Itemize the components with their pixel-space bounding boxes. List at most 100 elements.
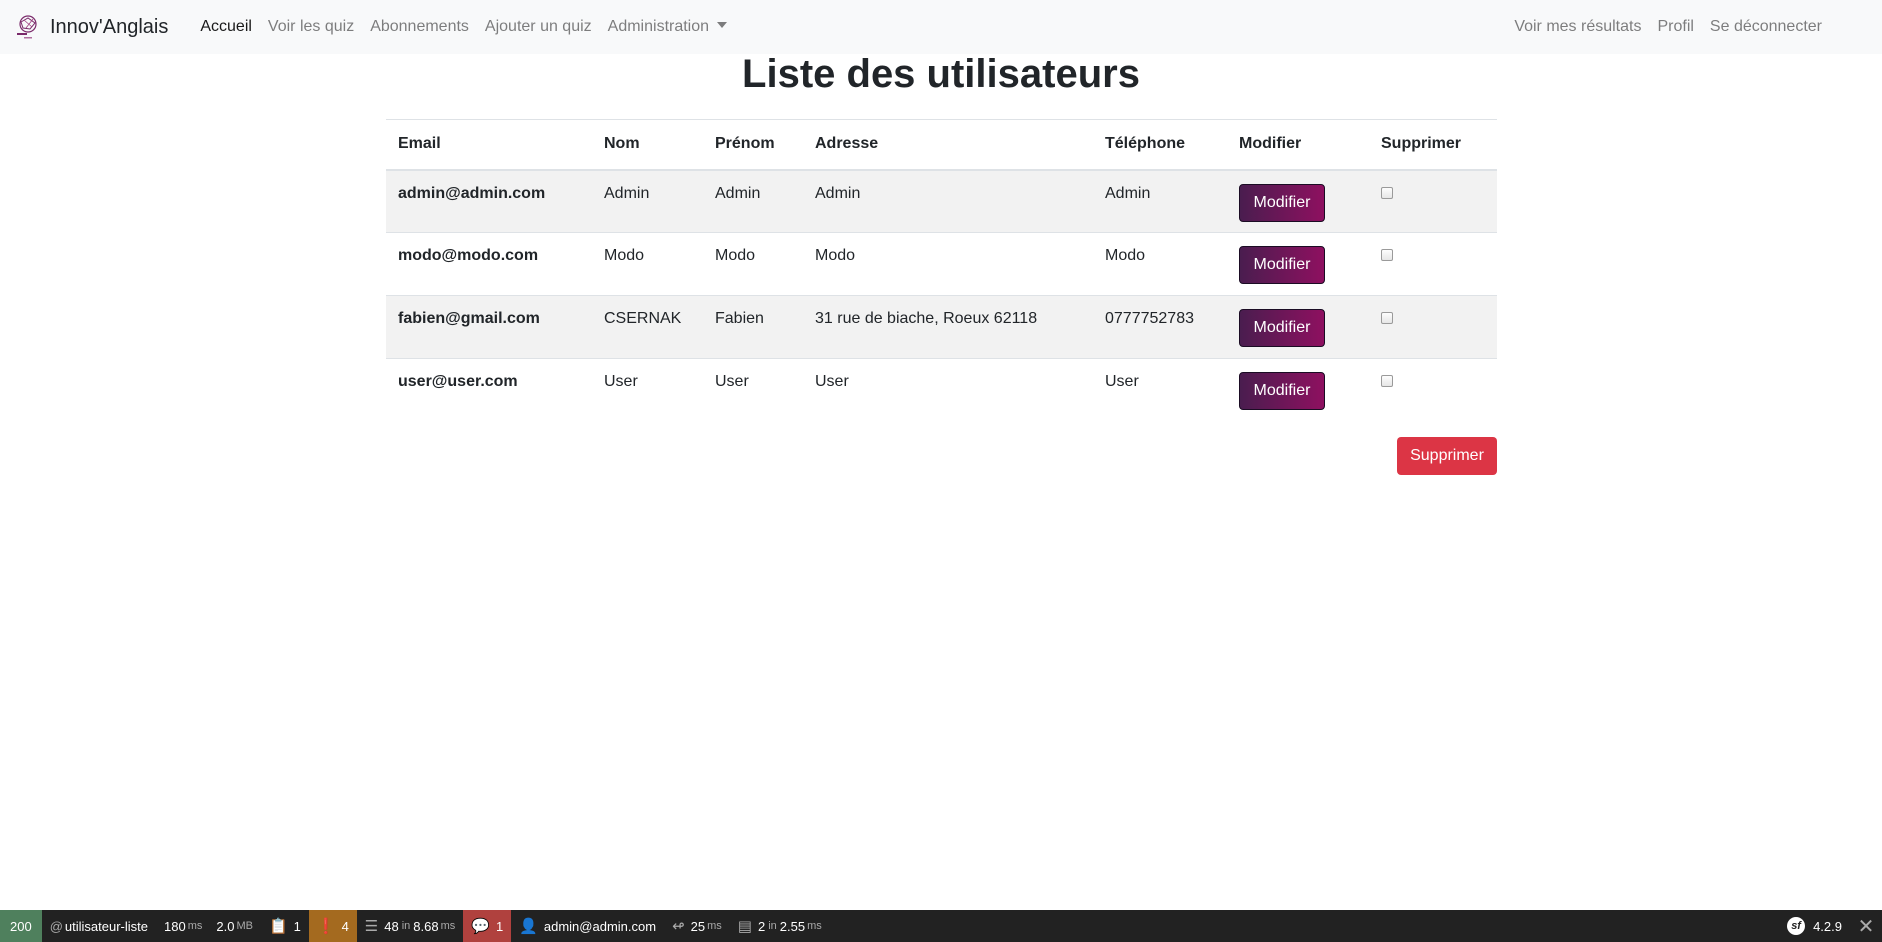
toolbar-route[interactable]: @ utilisateur-liste [42,910,156,942]
exclamation-icon: ❗ [316,918,336,935]
nav-link-accueil[interactable]: Accueil [192,18,260,36]
table-row: modo@modo.com Modo Modo Modo Modo Modifi… [386,232,1497,296]
cell-nom: CSERNAK [592,295,703,359]
column-header-email[interactable]: Email [386,119,592,171]
cell-prenom: Admin [703,169,803,233]
cell-supprimer [1369,358,1497,422]
toolbar-memory-value: 2.0 [216,918,235,934]
column-header-supprimer[interactable]: Supprimer [1369,119,1497,171]
column-header-telephone[interactable]: Téléphone [1093,119,1227,171]
toolbar-database[interactable]: ▤ 2 in 2.55 ms [730,910,830,942]
toolbar-symfony-version[interactable]: sf 4.2.9 [1779,910,1850,942]
cell-nom: User [592,358,703,422]
close-icon[interactable]: ✕ [1850,910,1882,942]
toolbar-status-code[interactable]: 200 [0,910,42,942]
nav-dropdown-administration[interactable]: Administration [600,18,735,36]
cell-modifier: Modifier [1227,358,1369,422]
delete-checkbox[interactable] [1381,312,1393,324]
cell-telephone: Admin [1093,169,1227,233]
toolbar-cache-in: in [401,920,411,932]
delete-checkbox[interactable] [1381,249,1393,261]
cell-prenom: User [703,358,803,422]
nav-link-voir-les-quiz[interactable]: Voir les quiz [260,18,362,36]
cell-supprimer [1369,169,1497,233]
symfony-logo-icon: sf [1787,917,1806,935]
delete-checkbox[interactable] [1381,375,1393,387]
toolbar-logs[interactable]: ❗ 4 [308,910,357,942]
cell-adresse: Modo [803,232,1093,296]
nav-link-profil[interactable]: Profil [1649,18,1701,36]
nav-link-ajouter-un-quiz[interactable]: Ajouter un quiz [477,18,600,36]
chevron-down-icon [717,22,728,28]
page-title: Liste des utilisateurs [742,52,1140,96]
toolbar-cache[interactable]: ☰ 48 in 8.68 ms [357,910,463,942]
cell-prenom: Modo [703,232,803,296]
toolbar-cache-time: 8.68 [413,918,439,934]
toolbar-forms-count: 1 [293,918,301,934]
toolbar-forms[interactable]: 📋 1 [261,910,309,942]
toolbar-security[interactable]: 👤 admin@admin.com [511,910,664,942]
cell-modifier: Modifier [1227,232,1369,296]
cell-nom: Modo [592,232,703,296]
users-table-container: Email Nom Prénom Adresse Téléphone Modif… [386,119,1497,422]
cell-supprimer [1369,295,1497,359]
modifier-button[interactable]: Modifier [1239,309,1325,347]
toolbar-db-value: 2 [757,918,766,934]
table-row: fabien@gmail.com CSERNAK Fabien 31 rue d… [386,295,1497,359]
column-header-modifier[interactable]: Modifier [1227,119,1369,171]
modifier-button[interactable]: Modifier [1239,183,1325,222]
column-header-prenom[interactable]: Prénom [703,119,803,171]
toolbar-logs-count: 4 [341,918,349,934]
cell-modifier: Modifier [1227,169,1369,233]
cell-nom: Admin [592,169,703,233]
cell-email: admin@admin.com [386,169,592,233]
navbar: Innov'Anglais Accueil Voir les quiz Abon… [0,0,1882,54]
cell-telephone: Modo [1093,232,1227,296]
toolbar-memory-unit: MB [236,920,253,932]
translation-icon: 💬 [471,918,490,935]
nav-user-links: Voir mes résultats Profil Se déconnecter [1506,0,1830,54]
delete-checkbox[interactable] [1381,186,1393,199]
toolbar-cache-unit: ms [440,920,456,932]
modifier-button[interactable]: Modifier [1239,246,1325,284]
table-row: admin@admin.com Admin Admin Admin Admin … [386,169,1497,233]
clipboard-icon: 📋 [268,918,288,935]
toolbar-route-name: utilisateur-liste [64,918,148,934]
toolbar-cache-value: 48 [384,918,399,934]
debug-toolbar: 200 @ utilisateur-liste 180 ms 2.0 MB 📋 1 ❗ 4… [0,910,1882,942]
nav-link-abonnements[interactable]: Abonnements [362,18,477,36]
brand[interactable]: Innov'Anglais [14,12,168,42]
cell-modifier: Modifier [1227,295,1369,359]
toolbar-twig[interactable]: ↫ 25 ms [664,910,730,942]
cell-telephone: 0777752783 [1093,295,1227,359]
nav-link-se-deconnecter[interactable]: Se déconnecter [1702,18,1830,36]
cell-adresse: 31 rue de biache, Roeux 62118 [803,295,1093,359]
toolbar-right: sf 4.2.9 ✕ [1779,910,1882,942]
users-table: Email Nom Prénom Adresse Téléphone Modif… [386,119,1497,422]
brand-name: Innov'Anglais [50,15,169,38]
toolbar-version: 4.2.9 [1813,918,1842,934]
toolbar-user: admin@admin.com [543,918,657,934]
cell-supprimer [1369,232,1497,296]
cell-email: user@user.com [386,358,592,422]
cell-telephone: User [1093,358,1227,422]
twig-icon: ↫ [672,918,685,935]
nav-link-voir-mes-resultats[interactable]: Voir mes résultats [1506,18,1649,36]
nav-dropdown-administration-label: Administration [607,18,710,35]
cell-adresse: User [803,358,1093,422]
column-header-nom[interactable]: Nom [592,119,703,171]
brand-logo-icon [17,15,37,39]
cell-email: fabien@gmail.com [386,295,592,359]
toolbar-performance[interactable]: 180 ms 2.0 MB [156,910,261,942]
toolbar-time-value: 180 [164,918,186,934]
toolbar-db-in: in [768,920,777,932]
column-header-adresse[interactable]: Adresse [803,119,1093,171]
at-icon: @ [49,918,63,934]
cell-adresse: Admin [803,169,1093,233]
database-icon: ▤ [737,918,752,935]
toolbar-db-time: 2.55 [779,918,806,934]
toolbar-translation[interactable]: 💬 1 [463,910,512,942]
user-icon: 👤 [519,918,538,935]
modifier-button[interactable]: Modifier [1239,372,1325,410]
delete-selected-button[interactable]: Supprimer [1397,437,1497,475]
